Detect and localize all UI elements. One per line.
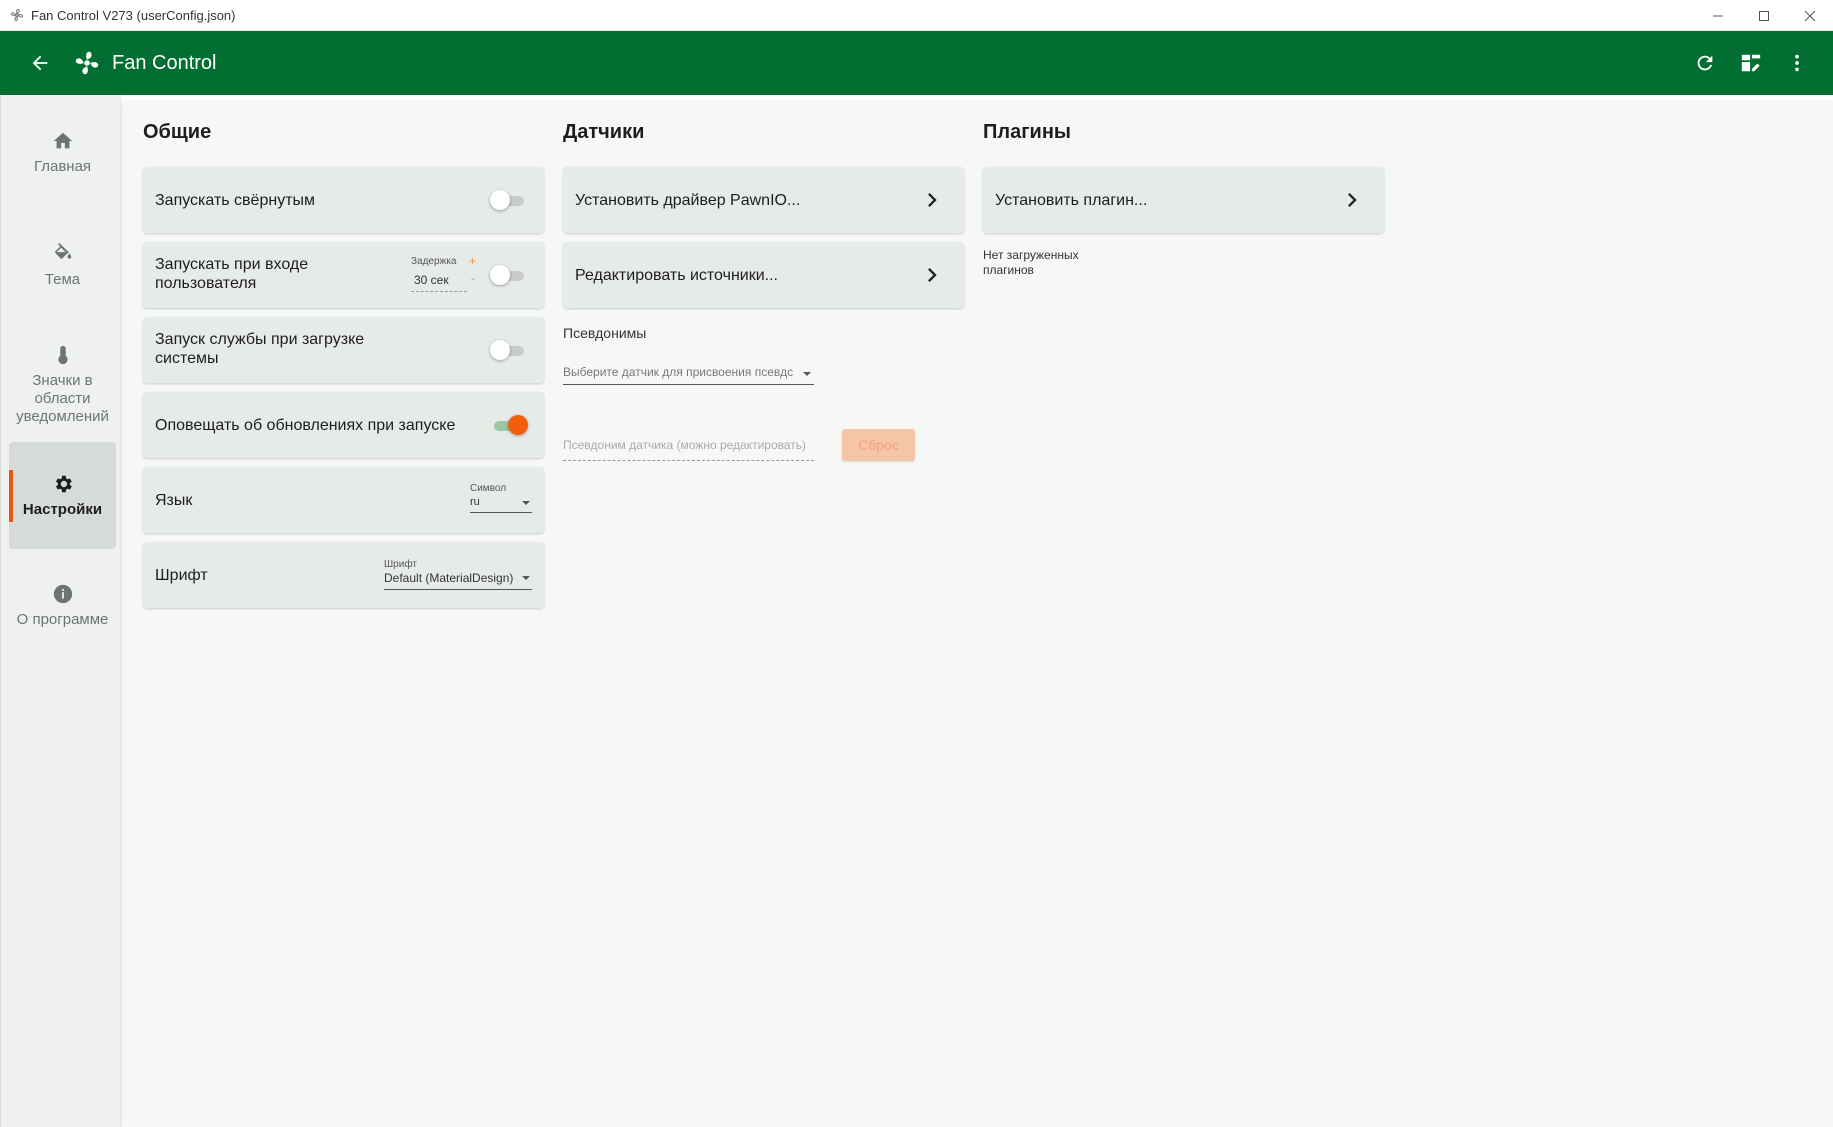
sensors-section-title: Датчики (563, 121, 645, 143)
start-minimized-label: Запускать свёрнутым (155, 191, 316, 209)
chevron-right-icon (1348, 193, 1357, 207)
service-boot-label: Запуск службы при загрузке системы (155, 331, 365, 367)
sidebar-item-label: О программе (16, 610, 109, 628)
start-minimized-toggle[interactable] (490, 190, 528, 210)
aliases-title: Псевдонимы (563, 325, 647, 341)
service-boot-toggle[interactable] (490, 340, 528, 360)
sidebar-item-label: Значки в области уведомлений (16, 372, 109, 425)
back-button[interactable] (24, 47, 56, 79)
maximize-button[interactable] (1741, 0, 1787, 31)
general-section-title: Общие (143, 121, 212, 143)
sidebar-item-tray-icons[interactable]: Значки в области уведомлений (9, 335, 116, 435)
home-icon (53, 132, 72, 148)
service-boot-card: Запуск службы при загрузке системы (143, 317, 544, 383)
update-notify-card: Оповещать об обновлениях при запуске (143, 392, 544, 458)
reset-alias-button[interactable]: Сброс (842, 429, 915, 461)
more-menu-button[interactable] (1781, 47, 1813, 79)
fan-logo-icon (75, 51, 99, 75)
chevron-down-icon (522, 576, 530, 580)
install-driver-label: Установить драйвер PawnIO... (575, 191, 801, 209)
refresh-icon (1697, 55, 1713, 71)
delay-label: Задержка (411, 256, 457, 267)
language-card: Язык Символ ru (143, 467, 544, 533)
start-on-login-card: Запускать при входе пользователя Задержк… (143, 242, 544, 308)
sidebar: Главная Тема Значки в области уведомлени… (0, 95, 122, 1127)
refresh-button[interactable] (1689, 47, 1721, 79)
gear-icon (55, 475, 72, 493)
sidebar-item-label: Тема (44, 270, 81, 288)
start-on-login-label: Запускать при входе пользователя (155, 256, 309, 292)
delay-increase-button[interactable]: + (469, 254, 476, 268)
alias-input[interactable]: Псевдоним датчика (можно редактировать) (563, 438, 806, 453)
sidebar-item-theme[interactable]: Тема (9, 230, 116, 300)
thermometer-icon (57, 345, 68, 365)
sidebar-item-about[interactable]: О программе (9, 570, 116, 640)
edit-sources-label: Редактировать источники... (575, 266, 778, 284)
minimize-button[interactable] (1695, 0, 1741, 31)
install-plugin-label: Установить плагин... (995, 191, 1148, 209)
info-icon (53, 584, 72, 603)
close-icon (1804, 10, 1816, 21)
font-label: Шрифт (155, 566, 208, 584)
minimize-icon (1713, 15, 1723, 16)
sidebar-item-home[interactable]: Главная (9, 117, 116, 187)
font-field-label: Шрифт (384, 559, 417, 570)
paint-bucket-icon (54, 242, 71, 259)
delay-decrease-button[interactable]: - (471, 271, 475, 285)
window-controls (1695, 0, 1833, 31)
install-plugin-card[interactable]: Установить плагин... (983, 167, 1384, 233)
fan-icon (10, 8, 24, 22)
sidebar-item-label: Главная (33, 157, 92, 175)
app-title: Fan Control (112, 51, 217, 74)
close-button[interactable] (1787, 0, 1833, 31)
font-card: Шрифт Шрифт Default (MaterialDesign) (143, 542, 544, 608)
sidebar-item-settings[interactable]: Настройки (9, 442, 116, 549)
dashboard-edit-icon (1741, 54, 1761, 72)
language-select[interactable]: ru (470, 496, 480, 508)
app-bar: Fan Control (0, 31, 1833, 95)
plugins-section-title: Плагины (983, 121, 1071, 143)
language-label: Язык (155, 491, 193, 509)
dashboard-edit-button[interactable] (1735, 47, 1767, 79)
font-select[interactable]: Default (MaterialDesign) (384, 571, 513, 585)
window-titlebar: Fan Control V273 (userConfig.json) (0, 0, 1833, 31)
window-title: Fan Control V273 (userConfig.json) (31, 7, 236, 23)
update-notify-toggle[interactable] (490, 415, 528, 435)
arrow-left-icon (32, 55, 48, 71)
start-minimized-card: Запускать свёрнутым (143, 167, 544, 233)
chevron-right-icon (928, 193, 937, 207)
language-field-label: Символ (470, 483, 507, 494)
settings-content: Общие Запускать свёрнутым Запускать при … (122, 102, 1833, 1127)
chevron-right-icon (928, 268, 937, 282)
sidebar-item-label: Настройки (22, 501, 103, 518)
sensor-select[interactable]: Выберите датчик для присвоения псевдс (563, 365, 793, 380)
no-plugins-text: Нет загруженных плагинов (983, 248, 1079, 277)
chevron-down-icon (803, 372, 811, 376)
more-vertical-icon (1795, 54, 1799, 72)
chevron-down-icon (522, 501, 530, 505)
install-driver-card[interactable]: Установить драйвер PawnIO... (563, 167, 964, 233)
edit-sources-card[interactable]: Редактировать источники... (563, 242, 964, 308)
start-on-login-toggle[interactable] (490, 265, 528, 285)
maximize-icon (1759, 10, 1769, 21)
delay-input[interactable]: 30 сек (414, 273, 449, 287)
update-notify-label: Оповещать об обновлениях при запуске (155, 416, 456, 434)
